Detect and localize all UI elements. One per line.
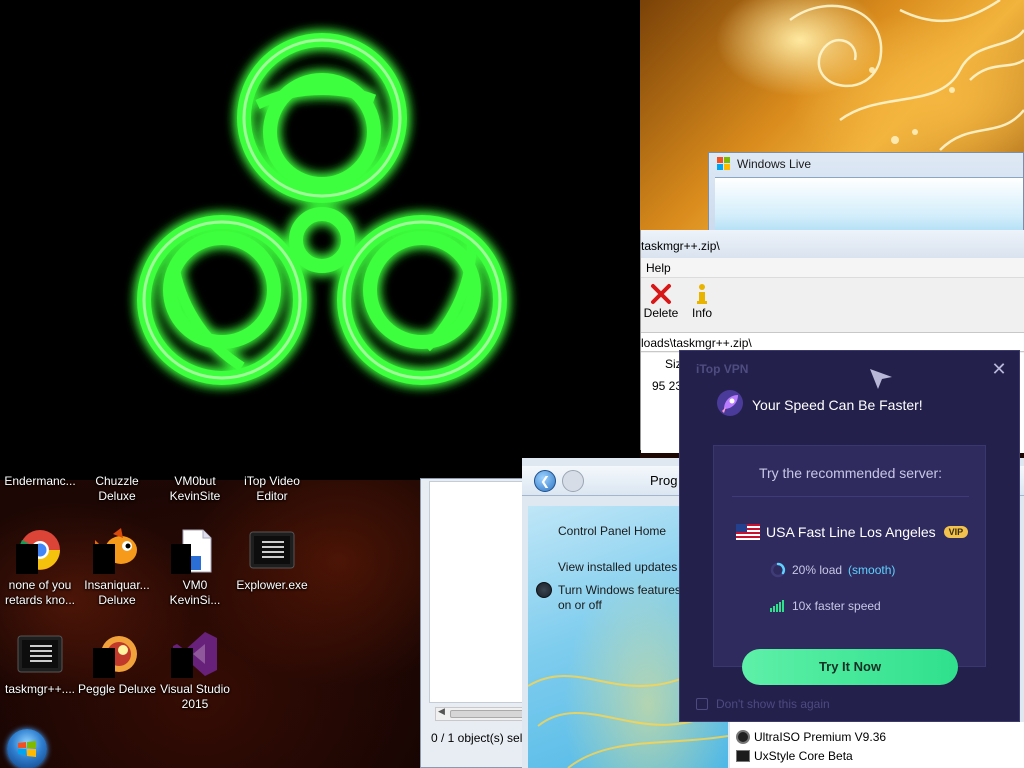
info-icon: [682, 282, 722, 306]
desktop-icon-itop-video[interactable]: iTop Video Editor: [232, 474, 312, 504]
desktop-icon-vm0but[interactable]: VM0but KevinSite: [155, 474, 235, 504]
load-spinner-icon: [770, 562, 786, 578]
control-panel-home-link[interactable]: Control Panel Home: [558, 524, 666, 539]
window-title: taskmgr++.zip\: [641, 230, 1024, 258]
ultraiso-icon: [736, 730, 750, 744]
window-title: Windows Live: [717, 157, 811, 171]
horizontal-scrollbar[interactable]: ◀: [435, 707, 527, 721]
dont-show-checkbox[interactable]: Don't show this again: [696, 697, 830, 711]
menu-bar: Help: [641, 258, 1024, 278]
windows-live-window[interactable]: Windows Live: [708, 152, 1024, 242]
program-name: UltraISO Premium V9.36: [754, 730, 887, 744]
load-row: 20% load (smooth): [770, 562, 895, 578]
scroll-left-icon[interactable]: ◀: [438, 707, 445, 717]
desktop-icon-label: VM0but KevinSite: [169, 474, 221, 503]
windows-features-link[interactable]: Turn Windows features on or off: [558, 583, 688, 613]
us-flag-icon: [736, 524, 760, 540]
close-icon[interactable]: ✕: [988, 358, 1010, 380]
desktop-icon-label: Insaniquar... Deluxe: [84, 578, 150, 607]
server-row[interactable]: USA Fast Line Los Angeles VIP: [736, 524, 969, 540]
desktop-icon-peggle[interactable]: Peggle Deluxe: [77, 630, 157, 697]
speed-row: 10x faster speed: [770, 599, 881, 613]
file-explorer-window[interactable]: ◀ 0 / 1 object(s) sel: [420, 478, 530, 768]
desktop-icon-label: Peggle Deluxe: [77, 682, 157, 696]
windows-logo-icon: [717, 157, 730, 170]
dont-show-label: Don't show this again: [716, 697, 830, 711]
load-value: 20% load: [792, 563, 843, 577]
view-installed-updates-link[interactable]: View installed updates: [558, 560, 677, 575]
vip-badge: VIP: [943, 526, 969, 538]
explorer-pane: [429, 481, 529, 703]
desktop-icon-label: taskmgr++....: [4, 682, 76, 696]
desktop-icon-label: Visual Studio 2015: [160, 682, 230, 711]
chrome-icon: [16, 526, 64, 574]
desktop-icon-endermanch[interactable]: Endermanc...: [0, 474, 80, 489]
biohazard-center-ring: [289, 207, 355, 273]
info-button[interactable]: Info: [682, 282, 722, 320]
desktop-icon-label: iTop Video Editor: [244, 474, 300, 503]
shield-icon: [536, 582, 552, 598]
exe-icon: [248, 526, 296, 574]
desktop-icon-vm0-kevinsite[interactable]: VM0 KevinSi...: [155, 526, 235, 608]
card-header: Try the recommended server:: [758, 465, 943, 481]
itop-vpn-popup[interactable]: iTop VPN ✕ Your Speed Can Be Faster! Try…: [679, 350, 1020, 722]
scroll-thumb[interactable]: [450, 710, 524, 718]
desktop-icon-label: VM0 KevinSi...: [169, 578, 221, 607]
list-item[interactable]: UltraISO Premium V9.36: [736, 730, 886, 744]
visual-studio-icon: [171, 630, 219, 678]
divider: [732, 496, 969, 497]
delete-label: Delete: [643, 306, 679, 320]
status-bar-text: 0 / 1 object(s) sel: [431, 731, 523, 745]
menu-item-help[interactable]: Help: [646, 261, 671, 275]
desktop-icon-label: Explower.exe: [236, 578, 308, 592]
desktop-icon-label: Chuzzle Deluxe: [95, 474, 139, 503]
windows-logo-icon: [18, 741, 36, 757]
document-icon: [171, 526, 219, 574]
list-item[interactable]: UxStyle Core Beta: [736, 749, 853, 763]
peggle-icon: [93, 630, 141, 678]
desktop-icon-visual-studio[interactable]: Visual Studio 2015: [155, 630, 235, 712]
biohazard-image: [0, 0, 640, 480]
server-name: USA Fast Line Los Angeles: [766, 524, 936, 540]
headline: Your Speed Can Be Faster!: [752, 397, 923, 413]
back-button[interactable]: ❮: [534, 470, 556, 492]
uxstyle-icon: [736, 750, 750, 762]
desktop-icon-label: Endermanc...: [4, 474, 76, 488]
info-label: Info: [691, 306, 712, 320]
cell-size: 95 23: [652, 379, 683, 393]
server-card: Try the recommended server: USA Fast Lin…: [713, 445, 986, 667]
delete-x-icon: [641, 282, 681, 306]
desktop-icon-label: none of you retards kno...: [4, 578, 76, 607]
address-text[interactable]: Prog: [650, 473, 677, 488]
exe-icon: [16, 630, 64, 678]
desktop-icon-explower[interactable]: Explower.exe: [232, 526, 312, 593]
desktop-icon-taskmgr[interactable]: taskmgr++....: [0, 630, 80, 697]
load-quality: (smooth): [848, 563, 896, 577]
send-icon: [870, 369, 892, 389]
rocket-icon: [717, 390, 743, 416]
signal-bars-icon: [770, 600, 784, 612]
window-title-text: Windows Live: [737, 157, 812, 171]
desktop-icon-chuzzle[interactable]: Chuzzle Deluxe: [77, 474, 157, 504]
program-name: UxStyle Core Beta: [754, 749, 853, 763]
back-arrow-icon: ❮: [539, 474, 551, 488]
desktop-icon-insaniquarium[interactable]: Insaniquar... Deluxe: [77, 526, 157, 608]
speed-text: 10x faster speed: [792, 599, 881, 613]
program-list: UltraISO Premium V9.36 UxStyle Core Beta: [730, 722, 1024, 768]
path-bar[interactable]: loads\taskmgr++.zip\: [641, 332, 1024, 352]
try-it-now-button[interactable]: Try It Now: [742, 649, 958, 685]
checkbox-box[interactable]: [696, 698, 708, 710]
start-button[interactable]: [7, 729, 47, 768]
forward-button[interactable]: [562, 470, 584, 492]
app-title: iTop VPN: [696, 362, 749, 376]
delete-button[interactable]: Delete: [641, 282, 681, 320]
desktop-icon-chrome[interactable]: none of you retards kno...: [0, 526, 80, 608]
insaniquarium-icon: [93, 526, 141, 574]
